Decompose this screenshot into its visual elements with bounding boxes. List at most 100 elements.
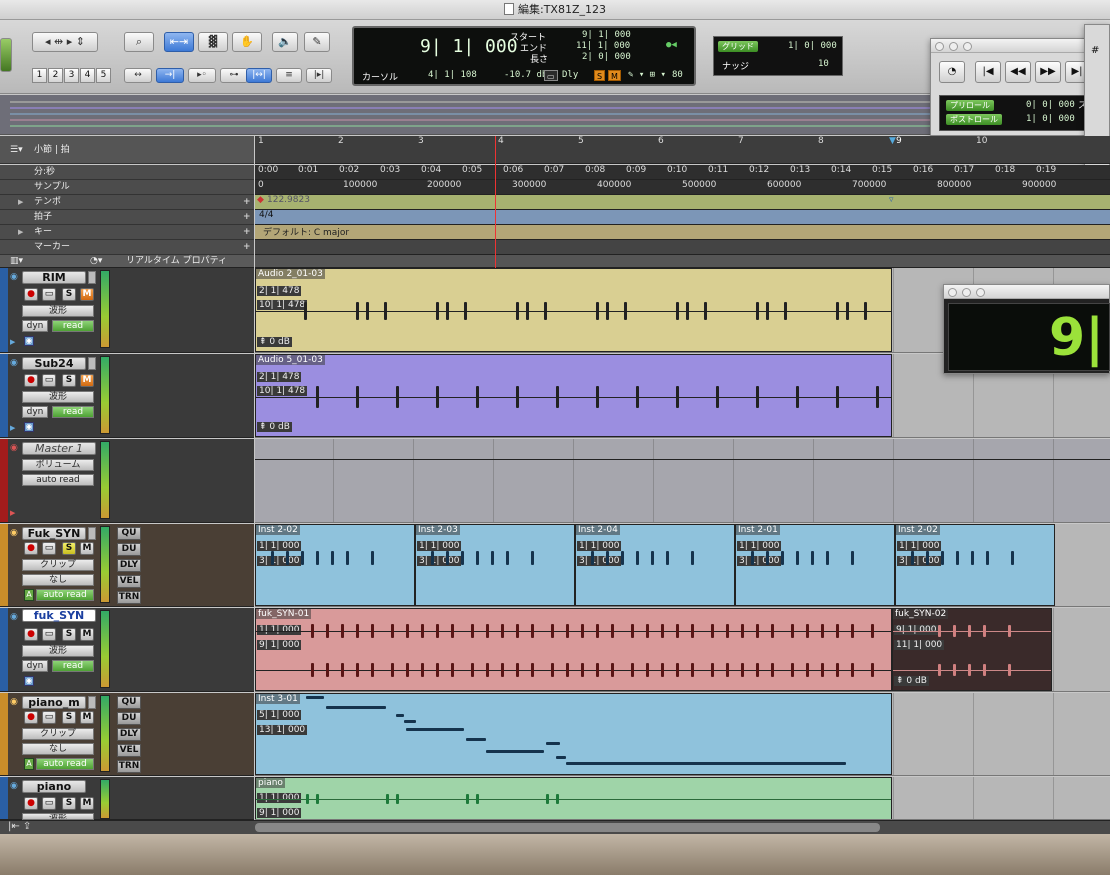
add-key-icon[interactable]: + [243, 225, 251, 240]
audio-clip-selected[interactable]: fuk_SYN-02 9| 1| 000 11| 1| 000 ⇞ 0 dB [892, 608, 1052, 691]
online-button[interactable]: ◔ [939, 61, 965, 83]
timebase-icon[interactable]: ◉ [24, 676, 34, 686]
track-menu-icon[interactable] [88, 696, 96, 709]
master-lane[interactable] [255, 439, 1110, 523]
ruler-menu-icon[interactable]: ☰▾ [10, 136, 23, 164]
velocity-property[interactable]: VEL [117, 744, 141, 757]
zoom-icon[interactable] [963, 42, 972, 51]
expand-triangle-icon[interactable]: ▶ [18, 225, 23, 240]
m-badge[interactable]: M [608, 70, 621, 81]
zoom-preset-5[interactable]: 5 [96, 68, 111, 83]
track-name[interactable]: Fuk_SYN [22, 527, 86, 540]
tempo-ruler[interactable]: ◆ 122.9823 ▿ [255, 195, 1110, 210]
record-enable-button[interactable]: ● [24, 542, 38, 555]
main-ruler-label[interactable]: ☰▾ 小節 | 拍 [0, 136, 254, 164]
zoom-buttons[interactable]: ◂ ⇹ ▸ ⇕ [32, 32, 98, 52]
link-tracks-button[interactable]: ≡ [276, 68, 302, 83]
track-name[interactable]: fuk_SYN [22, 609, 96, 622]
minsec-ruler-label[interactable]: 分:秒 [0, 165, 254, 180]
piano-lane[interactable]: piano 1| 1| 000 9| 1| 000 [255, 777, 1110, 820]
nudge-label[interactable]: ナッジ [722, 59, 749, 72]
midi-input-selector[interactable]: なし [22, 574, 94, 586]
solo-button[interactable]: S [62, 288, 76, 301]
midi-clip[interactable]: Inst 2-01 1| 1| 000 3| 1| 000 [735, 524, 895, 606]
track-name[interactable]: Sub24 [22, 357, 86, 370]
horizontal-scrollbar[interactable]: |⇤ ⇪ [0, 820, 1110, 834]
track-view-selector[interactable]: 波形 [22, 391, 94, 403]
audio-clip[interactable]: Audio 5_01-03 2| 1| 478 10| 1| 478 ⇞ 0 d… [255, 354, 892, 437]
track-rim[interactable]: ◉ RIM ● ▭ S M 波形 dyn read ◉ ▶ [0, 268, 254, 353]
midi-input-selector[interactable]: なし [22, 743, 94, 755]
sort-icon[interactable]: ◔▾ [90, 255, 102, 268]
add-marker-icon[interactable]: + [243, 240, 251, 255]
zoom-preset-2[interactable]: 2 [48, 68, 63, 83]
mute-button[interactable]: M [80, 542, 94, 555]
mute-button[interactable]: M [80, 711, 94, 724]
input-monitor-button[interactable]: ▭ [42, 542, 56, 555]
tempo-ruler-label[interactable]: ▶ テンポ + [0, 195, 254, 210]
velocity-property[interactable]: VEL [117, 575, 141, 588]
conductor-icon[interactable]: ✎ ▾ ⊞ ▾ [628, 70, 666, 80]
audio-clip[interactable]: piano 1| 1| 000 9| 1| 000 [255, 777, 892, 819]
close-icon[interactable] [935, 42, 944, 51]
solo-button[interactable]: S [62, 628, 76, 641]
track-view-selector[interactable]: クリップ [22, 559, 94, 571]
zoom-preset-1[interactable]: 1 [32, 68, 47, 83]
transpose-property[interactable]: TRN [117, 760, 141, 773]
spot-mode-button[interactable]: ▸◦ [188, 68, 216, 83]
duration-property[interactable]: DU [117, 712, 141, 725]
track-sub24[interactable]: ◉ Sub24 ● ▭ S M 波形 dyn read ◉ ▶ [0, 354, 254, 438]
minimize-icon[interactable] [949, 42, 958, 51]
track-view-selector[interactable]: 波形 [22, 813, 94, 820]
audio-clip[interactable]: fuk_SYN-01 1| 1| 000 9| 1| 000 [255, 608, 892, 691]
key-ruler[interactable]: デフォルト: C major [255, 225, 1110, 240]
dyn-selector[interactable]: dyn [22, 320, 48, 332]
end-value[interactable]: 11| 1| 000 [576, 41, 630, 51]
automation-mode-selector[interactable]: read [52, 406, 94, 418]
track-fuk-syn-instrument[interactable]: ◉ Fuk_SYN ● ▭ S M クリップ なし auto read A QU… [0, 524, 254, 607]
expand-icon[interactable]: ▶ [10, 424, 15, 432]
selector-tool-button[interactable]: ▓ [198, 32, 228, 52]
zoom-preset-4[interactable]: 4 [80, 68, 95, 83]
scrollbar-thumb[interactable] [255, 823, 880, 832]
close-icon[interactable] [948, 288, 957, 297]
volume-automation-line[interactable] [255, 459, 1110, 460]
length-value[interactable]: 2| 0| 000 [582, 52, 631, 62]
input-monitor-button[interactable]: ▭ [42, 628, 56, 641]
dyn-selector[interactable]: dyn [22, 660, 48, 672]
shuffle-mode-button[interactable]: ↔ [124, 68, 152, 83]
zoom-to-fit-icon[interactable]: |⇤ ⇪ [8, 821, 31, 832]
track-name[interactable]: piano_m [22, 696, 86, 709]
start-value[interactable]: 9| 1| 000 [582, 30, 631, 40]
mute-button[interactable]: M [80, 797, 94, 810]
automation-mode-selector[interactable]: auto read [22, 474, 94, 486]
pencil-tool-button[interactable]: ✎ [304, 32, 330, 52]
slip-mode-button[interactable]: →| [156, 68, 184, 83]
solo-button[interactable]: S [62, 374, 76, 387]
quantize-property[interactable]: QU [117, 527, 141, 540]
midi-clip[interactable]: Inst 2-02 1| 1| 000 3| 1| 000 [895, 524, 1055, 606]
automation-mode-selector[interactable]: auto read [36, 589, 94, 601]
metronome-icon[interactable]: ▭ [544, 70, 558, 81]
marker-ruler-label[interactable]: マーカー + [0, 240, 254, 255]
record-enable-button[interactable]: ● [24, 797, 38, 810]
track-menu-icon[interactable] [88, 527, 96, 540]
solo-button[interactable]: S [62, 542, 76, 555]
samples-ruler[interactable]: 0 100000 200000 300000 400000 500000 600… [255, 180, 1110, 195]
delay-comp-label[interactable]: Dly [562, 70, 578, 80]
add-tempo-icon[interactable]: + [243, 195, 251, 210]
meter-ruler[interactable]: 4/4 [255, 210, 1110, 225]
marker-ruler[interactable] [255, 240, 1110, 255]
mode-indicator[interactable] [0, 38, 12, 72]
record-enable-button[interactable]: ● [24, 374, 38, 387]
record-enable-button[interactable]: ● [24, 288, 38, 301]
zoom-preset-3[interactable]: 3 [64, 68, 79, 83]
scrubber-tool-button[interactable]: 🔈 [272, 32, 298, 52]
return-to-zero-button[interactable]: |◀ [975, 61, 1001, 83]
input-monitor-button[interactable]: ▭ [42, 288, 56, 301]
selection-start-marker[interactable]: ▼ [889, 136, 896, 163]
mute-button[interactable]: M [80, 374, 94, 387]
add-meter-icon[interactable]: + [243, 210, 251, 225]
expand-triangle-icon[interactable]: ▶ [18, 195, 23, 210]
track-view-selector[interactable]: 波形 [22, 645, 94, 657]
